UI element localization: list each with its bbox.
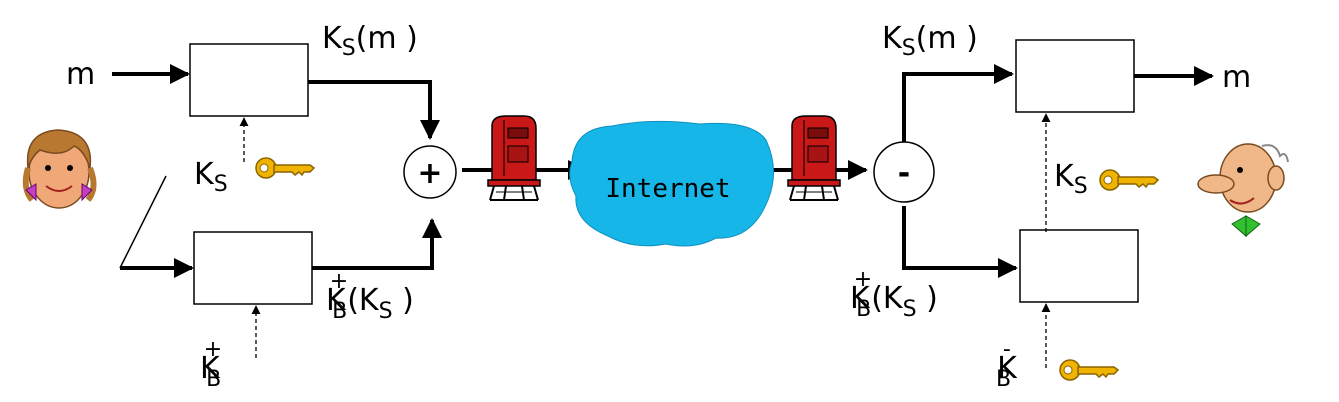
symmetric-encrypt-box <box>189 43 309 117</box>
message-output-label: m <box>1222 60 1251 95</box>
mailbox-icon <box>787 115 841 201</box>
encrypted-key-label-right: K+ B(KS ) <box>850 267 938 322</box>
split-operator-label: - <box>898 156 910 191</box>
pgp-confidentiality-diagram: + - Internet m m KS KS(m ) K+ B(KS ) K+ B … <box>22 21 1289 392</box>
alice-face-icon <box>22 129 97 209</box>
session-key-label-right: KS <box>1054 159 1088 199</box>
split-line <box>119 175 167 269</box>
public-key-encrypt-box <box>193 231 313 305</box>
bob-private-key-label: K-B <box>996 337 1018 392</box>
key-icon <box>1099 169 1159 191</box>
encrypted-message-label-right: KS(m ) <box>882 21 978 61</box>
bob-public-key-label: K+ B <box>200 337 222 392</box>
internet-label: Internet <box>605 174 730 204</box>
key-icon <box>1059 359 1119 381</box>
session-key-label: KS <box>194 157 228 197</box>
message-input-label: m <box>66 57 95 92</box>
encrypted-message-label-left: KS(m ) <box>322 21 418 61</box>
key-icon <box>255 157 315 179</box>
concat-operator-label: + <box>417 156 442 191</box>
bob-face-icon <box>1197 143 1289 238</box>
symmetric-decrypt-box <box>1015 39 1135 113</box>
mailbox-icon <box>487 115 541 201</box>
encrypted-key-label-left: K+ B(KS ) <box>326 269 414 324</box>
private-key-decrypt-box <box>1019 229 1139 303</box>
